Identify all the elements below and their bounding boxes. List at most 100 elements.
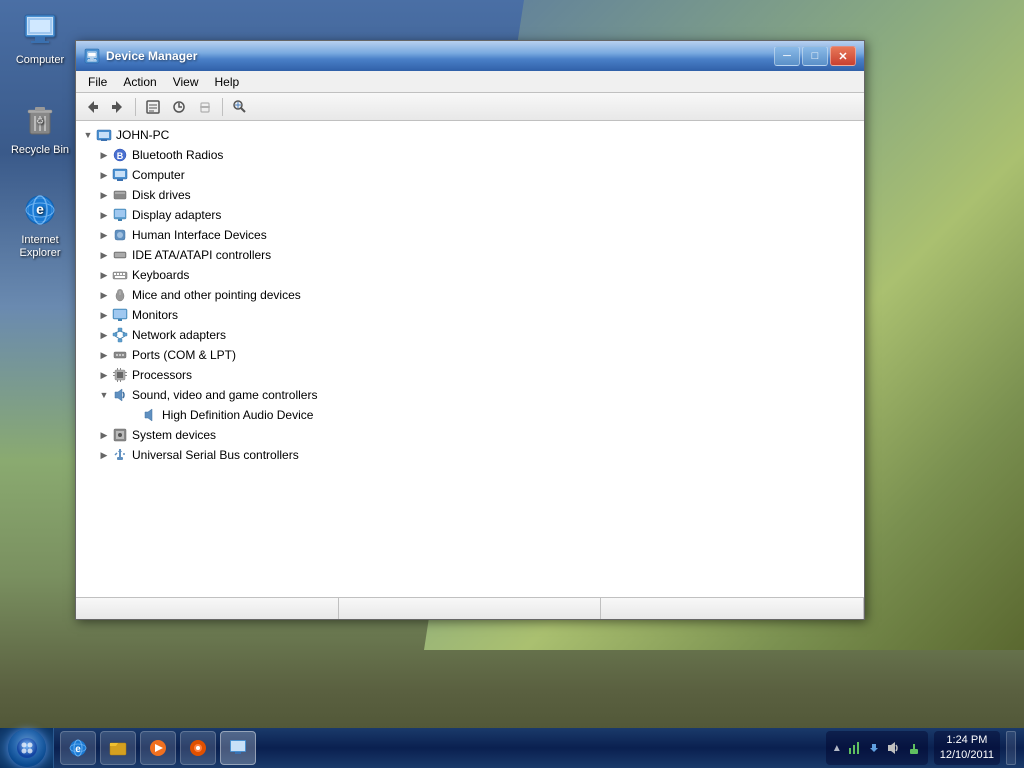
status-section-2	[339, 598, 602, 619]
desktop-icon-ie[interactable]: e Internet Explorer	[10, 190, 70, 260]
taskbar-explorer-icon	[107, 737, 129, 759]
clock[interactable]: 1:24 PM 12/10/2011	[934, 731, 1000, 765]
processors-expand[interactable]: ▶	[96, 367, 112, 383]
bluetooth-expand[interactable]: ▶	[96, 147, 112, 163]
toolbar-uninstall[interactable]	[193, 96, 217, 118]
toolbar-sep-1	[135, 98, 136, 116]
svg-text:🖥: 🖥	[86, 51, 99, 63]
tree-item-mice[interactable]: ▶ Mice and other pointing devices	[76, 285, 864, 305]
bluetooth-icon: B	[112, 147, 128, 163]
sound-expand[interactable]: ▼	[96, 387, 112, 403]
disk-expand[interactable]: ▶	[96, 187, 112, 203]
menu-file[interactable]: File	[80, 73, 115, 91]
tree-item-computer[interactable]: ▶ Computer	[76, 165, 864, 185]
system-icon	[112, 427, 128, 443]
toolbar-update[interactable]	[167, 96, 191, 118]
ide-expand[interactable]: ▶	[96, 247, 112, 263]
toolbar-scan[interactable]	[228, 96, 252, 118]
tree-item-keyboards[interactable]: ▶ Keyboards	[76, 265, 864, 285]
taskbar-ie[interactable]: e	[60, 731, 96, 765]
monitors-expand[interactable]: ▶	[96, 307, 112, 323]
taskbar-media[interactable]	[140, 731, 176, 765]
start-orb	[8, 729, 46, 767]
menu-view[interactable]: View	[165, 73, 207, 91]
systray-expand[interactable]: ▲	[832, 743, 842, 754]
monitors-icon	[112, 307, 128, 323]
tree-item-bluetooth[interactable]: ▶ B Bluetooth Radios	[76, 145, 864, 165]
tree-item-sound[interactable]: ▼ Sound, video and game controllers	[76, 385, 864, 405]
menu-bar: File Action View Help	[76, 71, 864, 93]
root-icon	[96, 127, 112, 143]
title-bar: 🖥 Device Manager ─ □ ✕	[76, 41, 864, 71]
show-desktop-button[interactable]	[1006, 731, 1016, 765]
tree-item-system[interactable]: ▶ System devices	[76, 425, 864, 445]
monitors-label: Monitors	[132, 308, 178, 322]
systray-volume	[886, 740, 902, 756]
computer-expand[interactable]: ▶	[96, 167, 112, 183]
toolbar-properties[interactable]	[141, 96, 165, 118]
ports-label: Ports (COM & LPT)	[132, 348, 236, 362]
ports-expand[interactable]: ▶	[96, 347, 112, 363]
mice-expand[interactable]: ▶	[96, 287, 112, 303]
usb-expand[interactable]: ▶	[96, 447, 112, 463]
tree-item-display[interactable]: ▶ Display adapters	[76, 205, 864, 225]
taskbar-devmgr-icon	[227, 737, 249, 759]
systray-icon-2	[866, 740, 882, 756]
tree-item-ide[interactable]: ▶ IDE ATA/ATAPI controllers	[76, 245, 864, 265]
hid-expand[interactable]: ▶	[96, 227, 112, 243]
toolbar-sep-2	[222, 98, 223, 116]
desktop-icon-computer[interactable]: Computer	[10, 10, 70, 67]
disk-icon	[112, 187, 128, 203]
computer-icon-label: Computer	[16, 54, 64, 67]
device-manager-window: 🖥 Device Manager ─ □ ✕ File Action View …	[75, 40, 865, 620]
root-label: JOHN-PC	[116, 128, 169, 142]
sound-icon	[112, 387, 128, 403]
tree-item-network[interactable]: ▶ Network adapters	[76, 325, 864, 345]
network-expand[interactable]: ▶	[96, 327, 112, 343]
window-controls: ─ □ ✕	[774, 46, 856, 66]
taskbar-explorer[interactable]	[100, 731, 136, 765]
tree-item-root[interactable]: ▼ JOHN-PC	[76, 125, 864, 145]
tree-item-usb[interactable]: ▶ Universal Serial Bus controllers	[76, 445, 864, 465]
taskbar-devmgr[interactable]	[220, 731, 256, 765]
menu-help[interactable]: Help	[207, 73, 248, 91]
tree-item-monitors[interactable]: ▶ Monitors	[76, 305, 864, 325]
status-bar	[76, 597, 864, 619]
svg-text:e: e	[75, 744, 81, 755]
display-expand[interactable]: ▶	[96, 207, 112, 223]
ide-label: IDE ATA/ATAPI controllers	[132, 248, 271, 262]
mice-icon	[112, 287, 128, 303]
tree-computer-icon	[112, 167, 128, 183]
bluetooth-label: Bluetooth Radios	[132, 148, 223, 162]
system-expand[interactable]: ▶	[96, 427, 112, 443]
tree-item-processors[interactable]: ▶ Processors	[76, 365, 864, 385]
tree-item-ports[interactable]: ▶ Ports (COM & LPT)	[76, 345, 864, 365]
status-section-3	[601, 598, 864, 619]
hid-icon	[112, 227, 128, 243]
tree-item-hid[interactable]: ▶ Human Interface Devices	[76, 225, 864, 245]
mice-label: Mice and other pointing devices	[132, 288, 301, 302]
tree-item-hd-audio[interactable]: ▶ High Definition Audio Device	[76, 405, 864, 425]
minimize-button[interactable]: ─	[774, 46, 800, 66]
tree-item-disk[interactable]: ▶ Disk drives	[76, 185, 864, 205]
usb-icon	[112, 447, 128, 463]
keyboards-label: Keyboards	[132, 268, 189, 282]
desktop: Computer ♻ Recycle Bin e	[0, 0, 1024, 768]
menu-action[interactable]: Action	[115, 73, 164, 91]
tree-content[interactable]: ▼ JOHN-PC ▶ B Bluetooth Radios	[76, 121, 864, 597]
ports-icon	[112, 347, 128, 363]
taskbar-wmp[interactable]	[180, 731, 216, 765]
clock-date: 12/10/2011	[940, 748, 994, 763]
taskbar-right: ▲ 1:24 PM 12/10/2011	[818, 728, 1024, 768]
toolbar-back[interactable]	[80, 96, 104, 118]
root-expand-icon[interactable]: ▼	[80, 127, 96, 143]
toolbar-forward[interactable]	[106, 96, 130, 118]
start-button[interactable]	[0, 728, 54, 768]
maximize-button[interactable]: □	[802, 46, 828, 66]
keyboards-expand[interactable]: ▶	[96, 267, 112, 283]
ide-icon	[112, 247, 128, 263]
disk-label: Disk drives	[132, 188, 191, 202]
desktop-icon-recycle-bin[interactable]: ♻ Recycle Bin	[10, 100, 70, 157]
svg-text:B: B	[117, 151, 124, 161]
close-button[interactable]: ✕	[830, 46, 856, 66]
